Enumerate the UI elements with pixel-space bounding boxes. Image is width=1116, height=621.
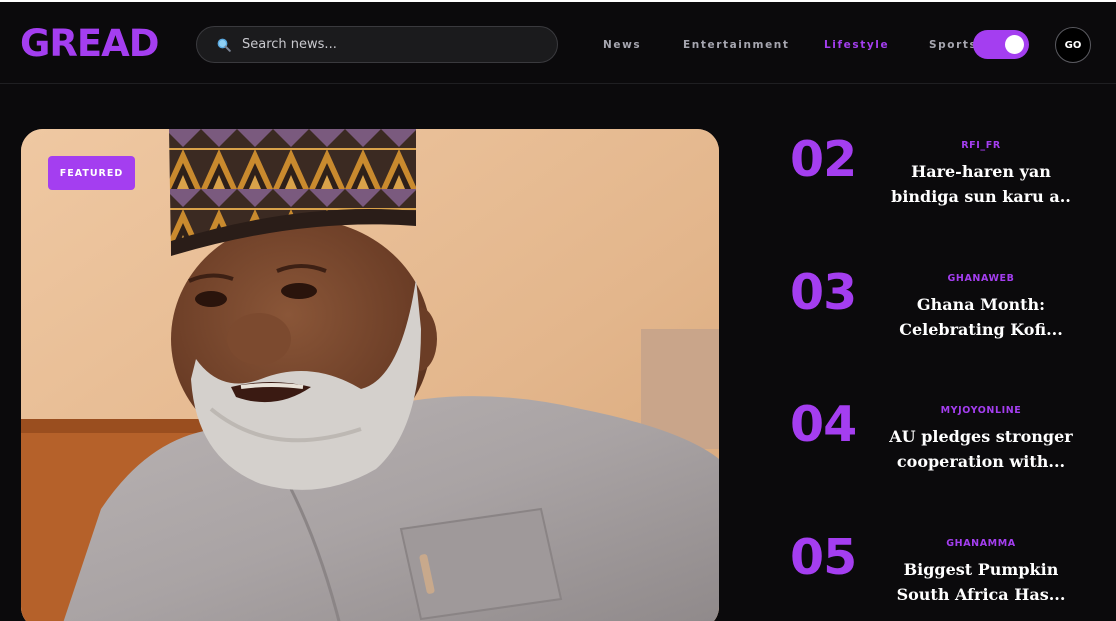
trending-title[interactable]: Biggest Pumpkin South Africa Has... bbox=[876, 557, 1086, 607]
search-input[interactable] bbox=[242, 37, 532, 52]
trending-title-line: bindiga sun karu a.. bbox=[891, 187, 1071, 206]
trending-item[interactable]: 04 MYJOYONLINE AU pledges stronger coope… bbox=[790, 400, 1100, 480]
go-button[interactable]: GO bbox=[1055, 27, 1091, 63]
trending-title-line: Biggest Pumpkin bbox=[903, 560, 1059, 579]
featured-badge: FEATURED bbox=[48, 156, 135, 190]
nav-entertainment[interactable]: Entertainment bbox=[683, 38, 790, 52]
trending-title[interactable]: Hare-haren yan bindiga sun karu a.. bbox=[876, 159, 1086, 209]
top-navbar: GREAD News Entertainment Lifestyle Sport… bbox=[0, 0, 1116, 84]
trending-title-line: Celebrating Kofi... bbox=[899, 320, 1063, 339]
nav-lifestyle[interactable]: Lifestyle bbox=[824, 38, 889, 52]
featured-article-card[interactable]: FEATURED bbox=[21, 129, 719, 621]
site-logo[interactable]: GREAD bbox=[20, 22, 159, 66]
trending-item[interactable]: 02 RFI_FR Hare-haren yan bindiga sun kar… bbox=[790, 135, 1100, 215]
toggle-knob bbox=[1005, 35, 1024, 54]
trending-title-line: AU pledges stronger bbox=[889, 427, 1073, 446]
theme-toggle[interactable] bbox=[973, 30, 1029, 59]
trending-source[interactable]: RFI_FR bbox=[876, 140, 1086, 152]
trending-rank: 04 bbox=[790, 396, 857, 453]
trending-source[interactable]: GHANAMMA bbox=[876, 538, 1086, 550]
trending-rank: 02 bbox=[790, 131, 857, 188]
nav-news[interactable]: News bbox=[603, 38, 641, 52]
nav-sports[interactable]: Sports bbox=[929, 38, 977, 52]
trending-source[interactable]: MYJOYONLINE bbox=[876, 405, 1086, 417]
trending-title[interactable]: AU pledges stronger cooperation with... bbox=[876, 424, 1086, 474]
trending-rank: 03 bbox=[790, 264, 857, 321]
trending-source[interactable]: GHANAWEB bbox=[876, 273, 1086, 285]
trending-title-line: cooperation with... bbox=[896, 452, 1066, 471]
trending-item[interactable]: 03 GHANAWEB Ghana Month: Celebrating Kof… bbox=[790, 268, 1100, 348]
search-bar[interactable] bbox=[196, 26, 558, 63]
trending-title-line: South Africa Has... bbox=[896, 585, 1066, 604]
trending-item[interactable]: 05 GHANAMMA Biggest Pumpkin South Africa… bbox=[790, 533, 1100, 613]
trending-rank: 05 bbox=[790, 529, 857, 586]
featured-image bbox=[21, 129, 719, 621]
search-icon bbox=[217, 38, 231, 52]
trending-title-line: Hare-haren yan bbox=[911, 162, 1051, 181]
trending-title[interactable]: Ghana Month: Celebrating Kofi... bbox=[876, 292, 1086, 342]
trending-title-line: Ghana Month: bbox=[916, 295, 1046, 314]
